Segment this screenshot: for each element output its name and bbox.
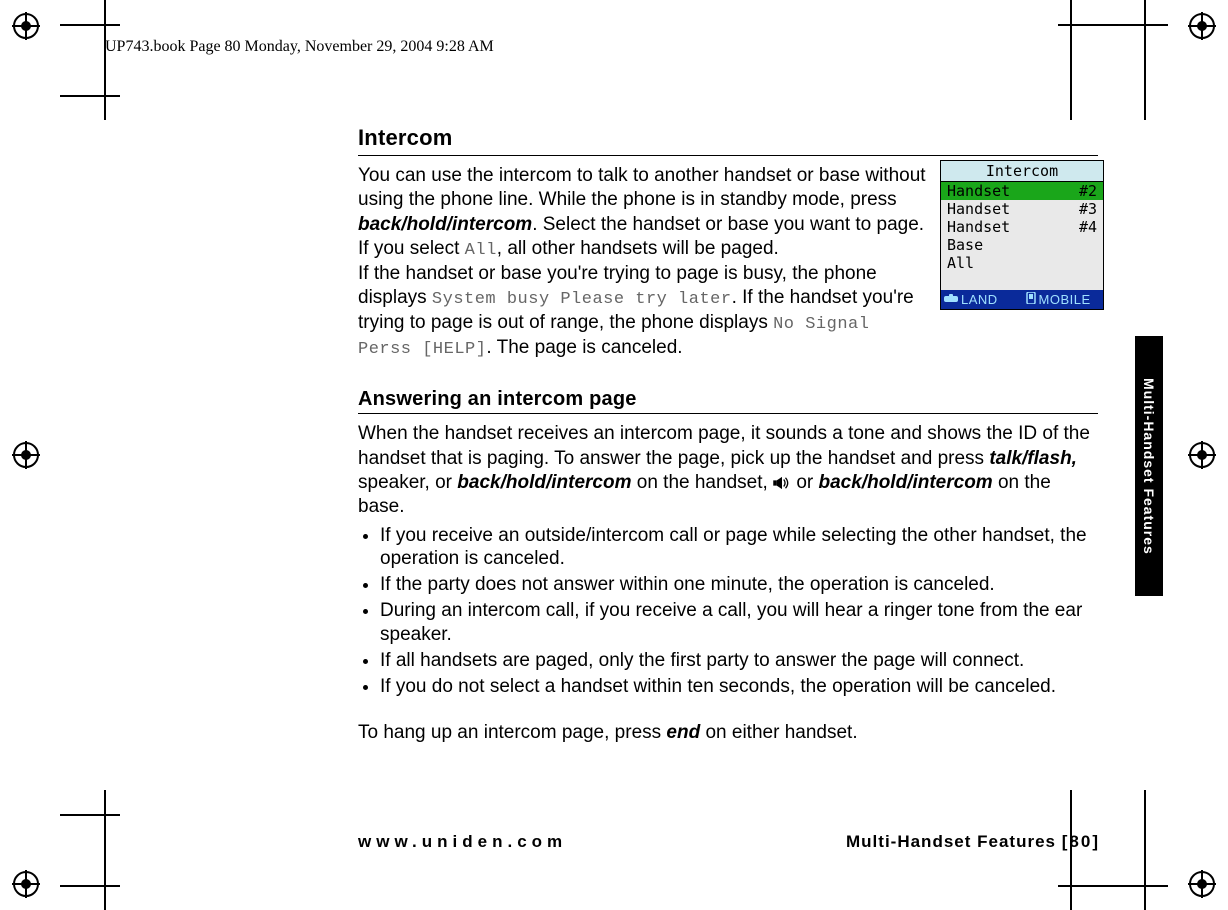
footer-url: www.uniden.com [358, 832, 567, 852]
framemaker-stamp: UP743.book Page 80 Monday, November 29, … [105, 38, 494, 56]
list-item: During an intercom call, if you receive … [380, 599, 1098, 647]
lcd-row: Handset #4 [941, 218, 1103, 236]
phone-icon [944, 292, 958, 307]
key-label: back/hold/intercom [358, 214, 532, 235]
list-item: If the party does not answer within one … [380, 573, 1098, 597]
lcd-num: #3 [1079, 200, 1097, 218]
bullet-list: If you receive an outside/intercom call … [358, 524, 1098, 700]
lcd-row: Base [941, 236, 1103, 254]
key-label: back/hold/intercom [819, 472, 993, 493]
lcd-row-blank [941, 272, 1103, 290]
mobile-icon [1026, 292, 1036, 307]
body-text: on the handset, [631, 472, 773, 493]
heading-answering: Answering an intercom page [358, 388, 1098, 411]
lcd-row: All [941, 254, 1103, 272]
crop-mark-icon [60, 0, 120, 120]
key-label: end [666, 722, 700, 743]
page-bracket-close: ] [1092, 832, 1100, 851]
heading-intercom: Intercom [358, 125, 1098, 151]
footer-section-name: Multi-Handset Features [846, 832, 1056, 851]
registration-mark-icon [12, 12, 40, 40]
lcd-label: Handset [947, 218, 1010, 236]
body-text: or [791, 472, 818, 493]
paragraph: When the handset receives an intercom pa… [358, 422, 1098, 519]
registration-mark-icon [12, 870, 40, 898]
paragraph: You can use the intercom to talk to anot… [358, 164, 928, 360]
lcd-row: Handset #3 [941, 200, 1103, 218]
phone-lcd-figure: Intercom Handset #2 Handset #3 Handset #4 B… [940, 160, 1104, 310]
list-item: If you receive an outside/intercom call … [380, 524, 1098, 572]
footer-section: Multi-Handset Features [80] [846, 832, 1100, 852]
crop-mark-icon [1058, 0, 1168, 120]
registration-mark-icon [1188, 870, 1216, 898]
lcd-title: Intercom [941, 161, 1103, 182]
lcd-list: Handset #2 Handset #3 Handset #4 Base All [941, 182, 1103, 290]
list-item: If all handsets are paged, only the firs… [380, 649, 1098, 673]
speaker-icon [773, 472, 791, 493]
crop-mark-icon [60, 790, 120, 910]
softkey-right: MOBILE [1023, 290, 1104, 309]
registration-mark-icon [1188, 441, 1216, 469]
lcd-softkeys: LAND MOBILE [941, 290, 1103, 309]
paragraph: To hang up an intercom page, press end o… [358, 721, 1098, 745]
lcd-row-selected: Handset #2 [941, 182, 1103, 200]
heading-rule [358, 413, 1098, 414]
screen-text: System busy Please try later [432, 290, 732, 309]
list-item: If you do not select a handset within te… [380, 675, 1098, 699]
body-text: When the handset receives an intercom pa… [358, 423, 1090, 468]
key-label: back/hold/intercom [457, 472, 631, 493]
lcd-label: Handset [947, 182, 1010, 200]
screen-text: All [465, 241, 497, 260]
softkey-left: LAND [941, 290, 1023, 309]
body-text: , all other handsets will be paged. [497, 238, 779, 259]
lcd-num: #2 [1079, 182, 1097, 200]
registration-mark-icon [1188, 12, 1216, 40]
softkey-label: LAND [961, 292, 998, 307]
page-number: 80 [1069, 832, 1092, 851]
lcd-label: All [947, 254, 974, 272]
heading-rule [358, 155, 1098, 156]
lcd-label: Handset [947, 200, 1010, 218]
key-label: talk/flash, [989, 448, 1077, 469]
page: UP743.book Page 80 Monday, November 29, … [0, 0, 1228, 910]
body-text: To hang up an intercom page, press [358, 722, 666, 743]
body-text: speaker, or [358, 472, 457, 493]
body-text: . The page is canceled. [486, 337, 682, 358]
lcd-label: Base [947, 236, 983, 254]
lcd-num: #4 [1079, 218, 1097, 236]
body-text: You can use the intercom to talk to anot… [358, 165, 926, 210]
registration-mark-icon [12, 441, 40, 469]
softkey-label: MOBILE [1039, 292, 1091, 307]
section-tab: Multi-Handset Features [1135, 336, 1163, 596]
body-text: on either handset. [700, 722, 857, 743]
